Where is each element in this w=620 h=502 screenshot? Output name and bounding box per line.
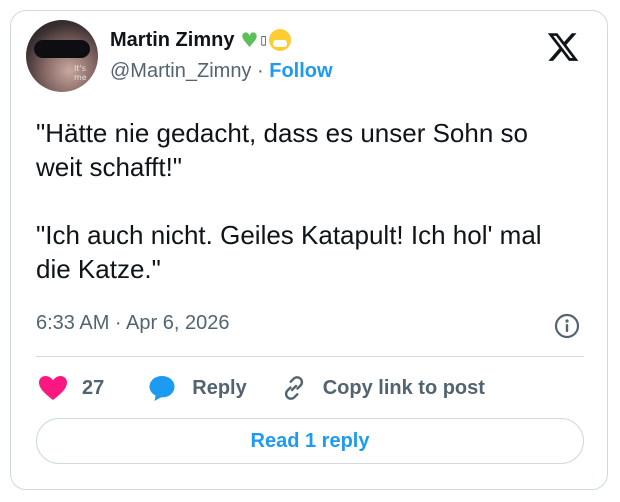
handle-separator: · bbox=[257, 60, 264, 82]
like-count: 27 bbox=[82, 376, 105, 399]
copy-link-button[interactable]: Copy link to post bbox=[281, 375, 485, 401]
unknown-glyph-icon: ▯ bbox=[260, 33, 267, 47]
author-name[interactable]: Martin Zimny bbox=[110, 29, 234, 52]
avatar-sunglasses bbox=[34, 40, 90, 58]
follow-button[interactable]: Follow bbox=[269, 60, 332, 82]
author-handle-row: @Martin_Zimny · Follow bbox=[110, 60, 333, 83]
name-badges: ♥ ▯ bbox=[240, 28, 291, 52]
avatar[interactable]: It's me bbox=[26, 20, 98, 92]
read-replies-button[interactable]: Read 1 reply bbox=[36, 418, 584, 464]
tweet-timestamp[interactable]: 6:33 AM · Apr 6, 2026 bbox=[36, 312, 229, 335]
x-logo-icon[interactable] bbox=[546, 30, 580, 64]
mask-face-icon bbox=[269, 29, 291, 51]
speech-bubble-icon bbox=[149, 376, 175, 401]
green-heart-icon: ♥ bbox=[240, 28, 259, 52]
copy-link-label: Copy link to post bbox=[322, 376, 485, 399]
divider bbox=[36, 356, 584, 357]
avatar-text: It's me bbox=[74, 64, 87, 82]
heart-icon bbox=[39, 376, 67, 400]
author-name-row[interactable]: Martin Zimny ♥ ▯ bbox=[110, 28, 291, 52]
tweet-text: "Hätte nie gedacht, dass es unser Sohn s… bbox=[36, 118, 542, 284]
like-button[interactable]: 27 bbox=[38, 375, 104, 401]
read-replies-label: Read 1 reply bbox=[250, 429, 370, 452]
action-bar: 27 Reply Copy link to post bbox=[38, 372, 485, 404]
author-handle[interactable]: @Martin_Zimny bbox=[110, 60, 251, 82]
info-icon[interactable] bbox=[554, 313, 580, 339]
reply-label: Reply bbox=[192, 376, 247, 399]
reply-button[interactable]: Reply bbox=[148, 374, 247, 402]
link-icon bbox=[284, 376, 303, 400]
